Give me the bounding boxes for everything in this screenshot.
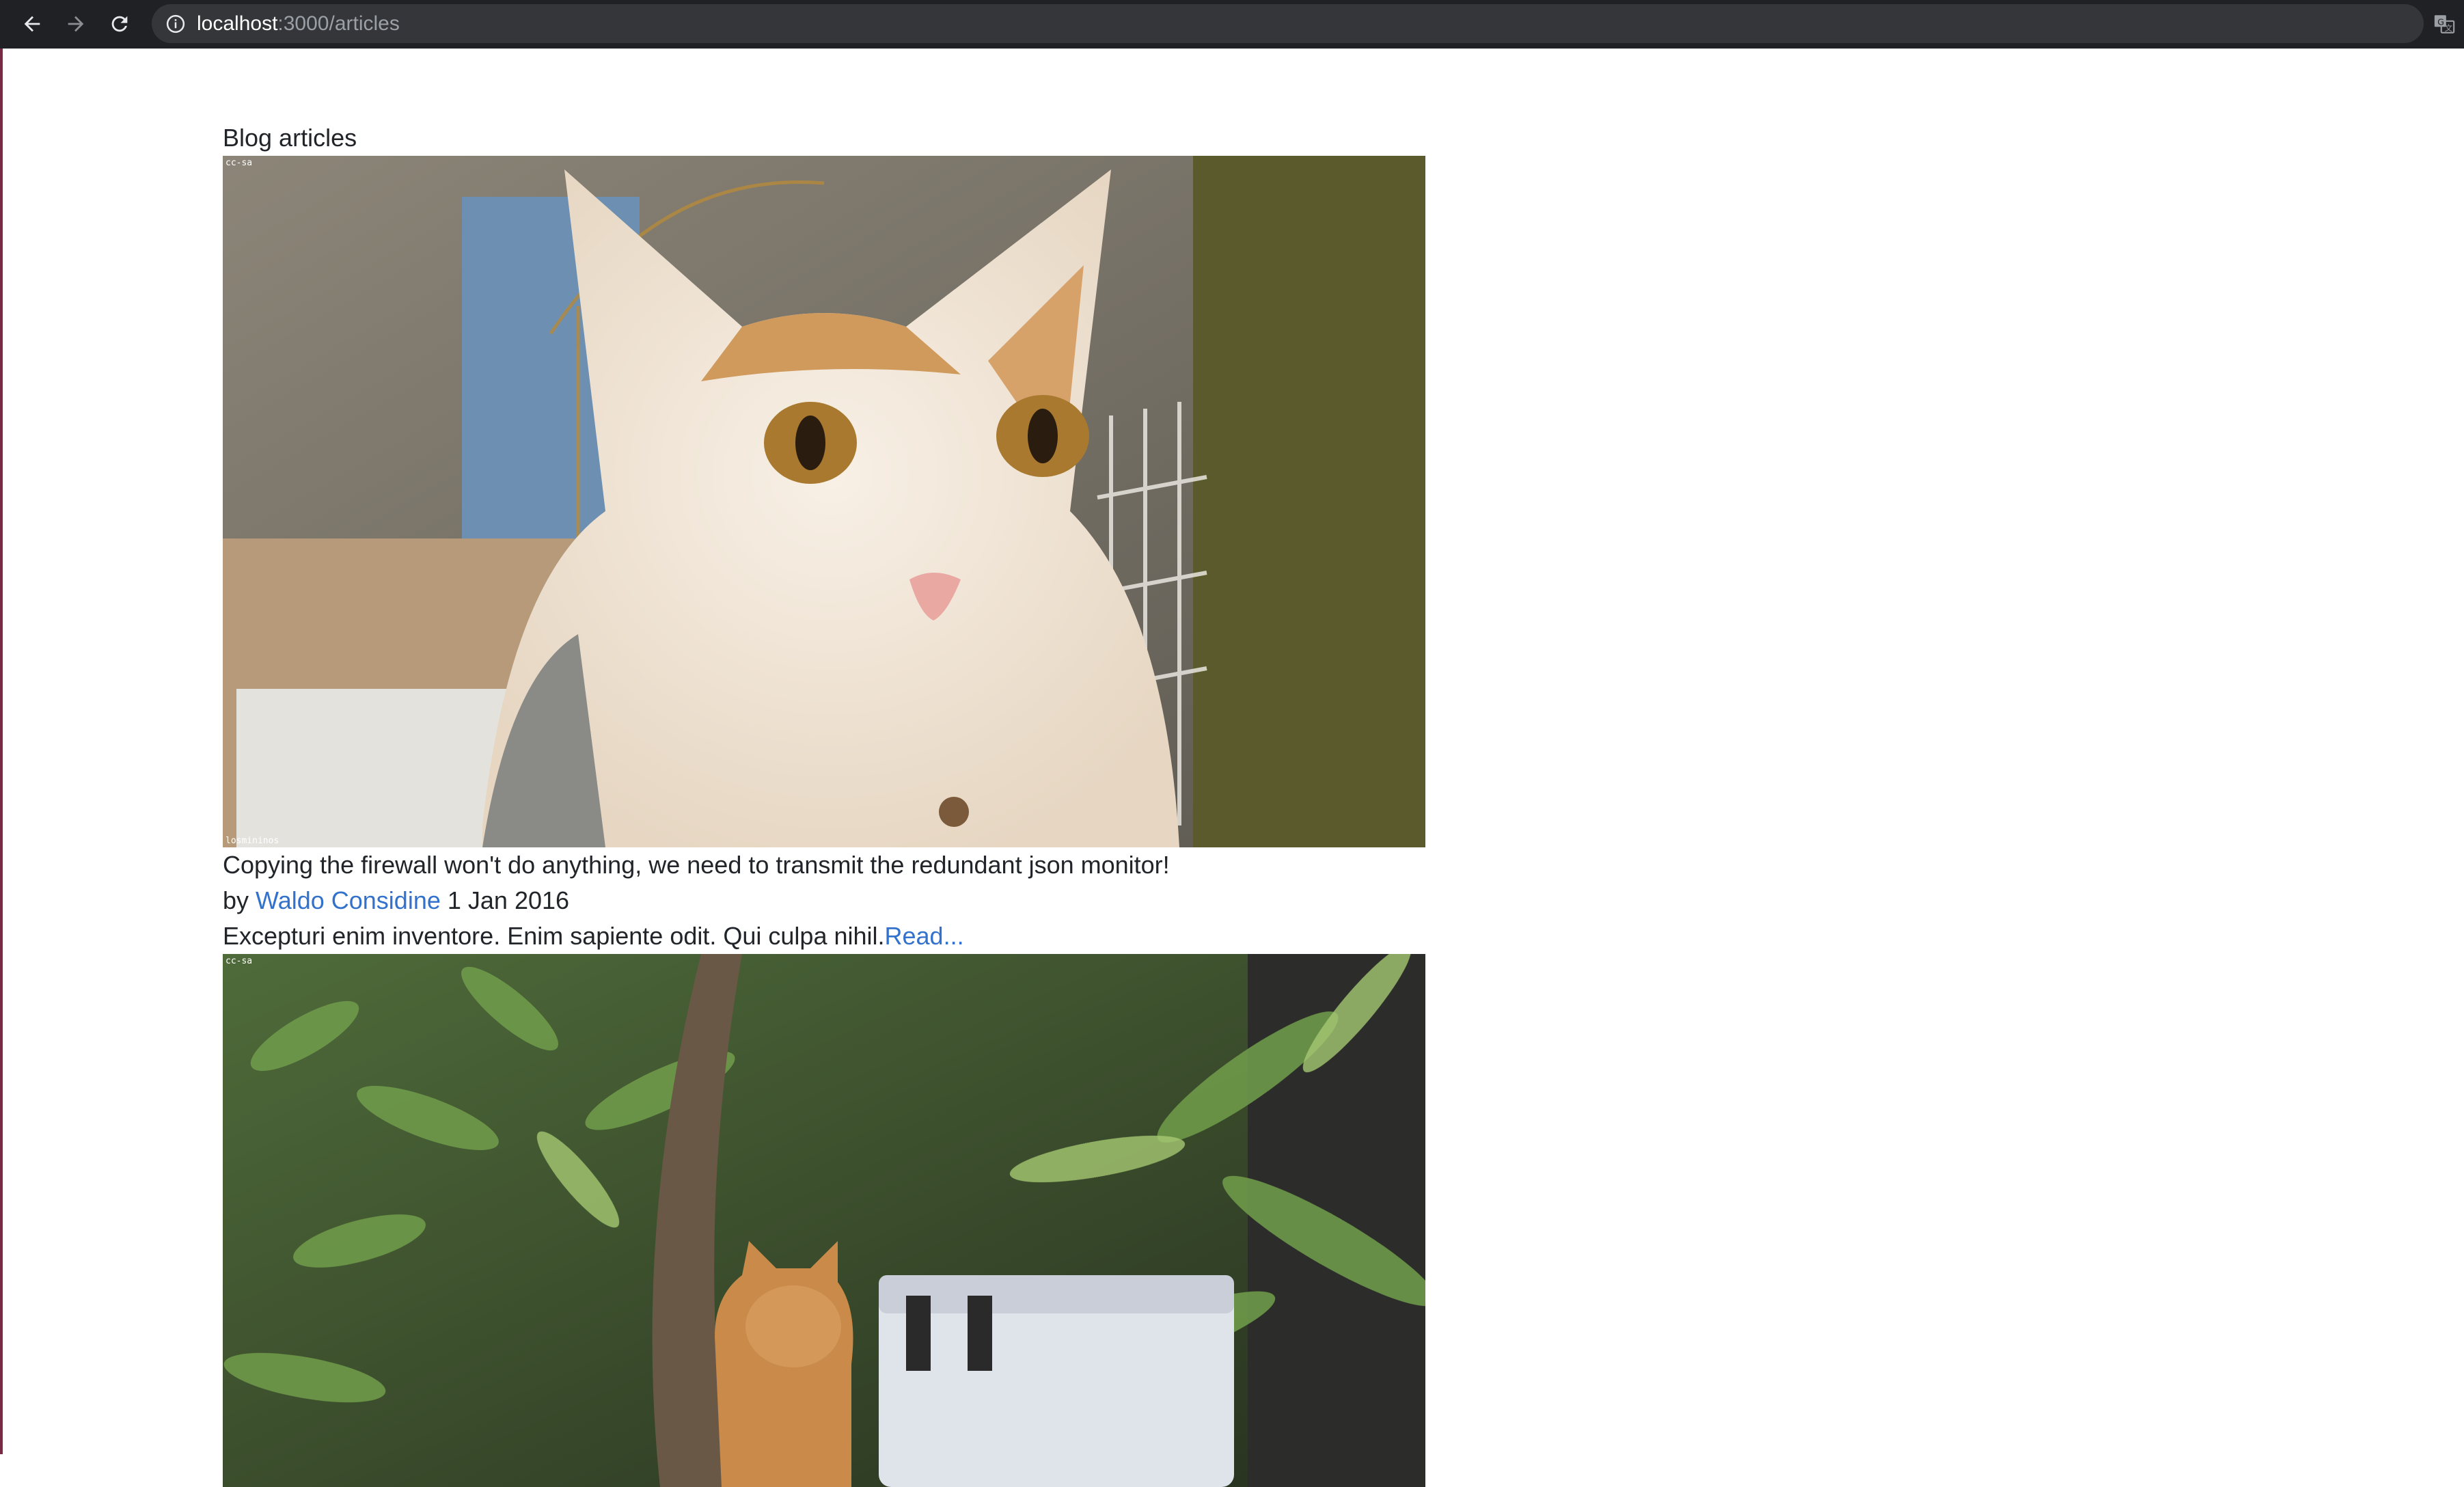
url-path: :3000/articles bbox=[277, 12, 400, 35]
image-caption-top: cc-sa bbox=[225, 158, 252, 168]
article-excerpt-line: Excepturi enim inventore. Enim sapiente … bbox=[223, 918, 1425, 954]
image-caption-top: cc-sa bbox=[225, 956, 252, 966]
back-arrow-icon bbox=[24, 16, 40, 32]
article-image[interactable]: cc-sa losmininos bbox=[223, 156, 1425, 847]
image-caption-bottom: losmininos bbox=[225, 836, 279, 846]
window-edge bbox=[0, 49, 3, 1454]
article-image[interactable]: cc-sa bbox=[223, 954, 1425, 1487]
article-card: cc-sa bbox=[223, 954, 1425, 1487]
forward-arrow-icon bbox=[68, 16, 84, 32]
article-date: 1 Jan 2016 bbox=[447, 886, 570, 914]
read-more-link[interactable]: Read... bbox=[885, 922, 964, 950]
author-link[interactable]: Waldo Considine bbox=[256, 886, 441, 914]
translate-icon[interactable]: G 文 bbox=[2433, 12, 2456, 36]
browser-toolbar: localhost:3000/articles G 文 bbox=[0, 0, 2464, 49]
svg-text:文: 文 bbox=[2445, 23, 2452, 33]
info-icon[interactable] bbox=[165, 14, 186, 34]
reload-button[interactable] bbox=[104, 8, 135, 40]
reload-icon bbox=[111, 16, 128, 32]
page-title: Blog articles bbox=[223, 124, 357, 152]
articles-page: Blog articles cc-sa losmininos Copying t… bbox=[223, 120, 1425, 1487]
article-card: cc-sa losmininos Copying the firewall wo… bbox=[223, 156, 1425, 954]
article-excerpt: Excepturi enim inventore. Enim sapiente … bbox=[223, 922, 885, 950]
url-text[interactable]: localhost:3000/articles bbox=[197, 4, 400, 43]
back-button[interactable] bbox=[16, 8, 48, 40]
by-prefix: by bbox=[223, 886, 249, 914]
article-meta: by Waldo Considine 1 Jan 2016 bbox=[223, 883, 1425, 918]
forward-button[interactable] bbox=[60, 8, 92, 40]
address-bar[interactable]: localhost:3000/articles bbox=[152, 4, 2424, 43]
svg-text:G: G bbox=[2437, 17, 2444, 27]
url-host: localhost bbox=[197, 12, 278, 35]
article-title: Copying the firewall won't do anything, … bbox=[223, 851, 1170, 879]
